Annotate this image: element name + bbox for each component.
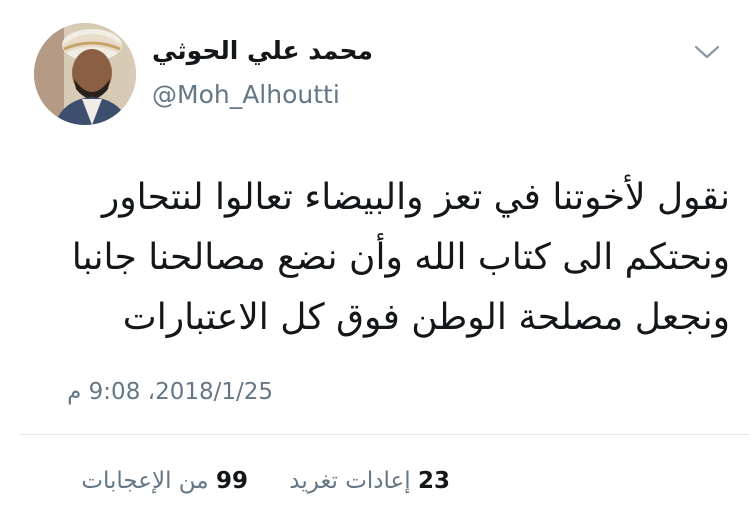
divider — [20, 434, 750, 435]
tweet-line: ونجعل مصلحة الوطن فوق كل الاعتبارات — [122, 297, 730, 338]
tweet-stats: 23 إعادات تغريد 99 من الإعجابات — [65, 468, 450, 494]
likes-label: من الإعجابات — [81, 468, 209, 494]
retweets-label: إعادات تغريد — [289, 468, 411, 494]
user-handle[interactable]: @Moh_Alhoutti — [152, 80, 340, 109]
tweet-timestamp[interactable]: 2018/1/25، 9:08 م — [67, 379, 273, 405]
likes-stat[interactable]: 99 من الإعجابات — [73, 468, 248, 494]
display-name[interactable]: محمد علي الحوثي — [152, 36, 373, 65]
likes-count: 99 — [215, 468, 248, 494]
retweets-stat[interactable]: 23 إعادات تغريد — [281, 468, 450, 494]
tweet-line: نقول لأخوتنا في تعز والبيضاء تعالوا لنتح… — [101, 177, 730, 218]
retweets-count: 23 — [417, 468, 450, 494]
chevron-down-icon[interactable] — [692, 42, 722, 62]
avatar[interactable] — [34, 23, 136, 125]
tweet-text: نقول لأخوتنا في تعز والبيضاء تعالوا لنتح… — [20, 168, 730, 348]
tweet-line: ونحتكم الى كتاب الله وأن نضع مصالحنا جان… — [71, 237, 730, 278]
